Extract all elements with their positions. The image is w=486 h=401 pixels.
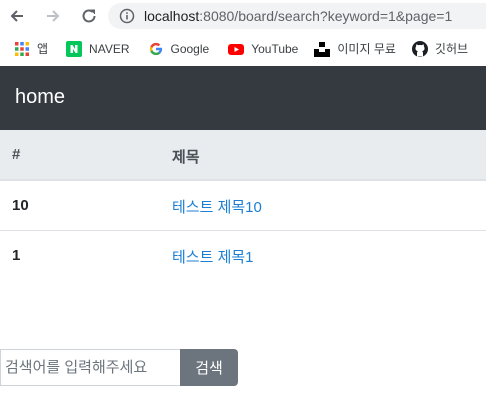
bookmarks-bar: 앱 NAVER Google YouTube 이미지 무료 깃허브	[0, 32, 486, 65]
url-text[interactable]: localhost:8080/board/search?keyword=1&pa…	[144, 8, 452, 24]
bookmark-label: 이미지 무료	[337, 42, 396, 56]
table-header-row: # 제목	[0, 130, 486, 181]
post-number: 1	[12, 247, 21, 264]
bookmark-label: Google	[170, 41, 210, 56]
bookmark-github[interactable]: 깃허브	[411, 37, 469, 61]
bookmark-label: 앱	[37, 42, 49, 56]
table-row: 1 테스트 제목1	[0, 231, 486, 280]
search-button[interactable]: 검색	[180, 349, 238, 386]
bookmark-youtube[interactable]: YouTube	[228, 37, 298, 61]
forward-arrow-icon[interactable]	[42, 5, 64, 27]
navbar-brand-link[interactable]: home	[15, 86, 65, 109]
address-bar[interactable]: localhost:8080/board/search?keyword=1&pa…	[108, 3, 486, 29]
youtube-icon	[228, 41, 245, 57]
post-number: 10	[12, 197, 29, 214]
column-header-number: #	[12, 146, 21, 163]
bookmark-naver[interactable]: NAVER	[66, 37, 130, 61]
post-title-link[interactable]: 테스트 제목10	[172, 196, 262, 217]
bookmark-label: 깃허브	[434, 42, 469, 56]
back-arrow-icon[interactable]	[6, 5, 28, 27]
bookmark-unsplash[interactable]: 이미지 무료	[314, 37, 396, 61]
github-icon	[411, 40, 428, 57]
navbar: home	[0, 66, 486, 130]
bookmark-apps[interactable]: 앱	[14, 37, 48, 61]
url-host: localhost	[144, 8, 200, 24]
board-table: # 제목 10 테스트 제목10 1 테스트 제목1	[0, 130, 486, 280]
post-title-link[interactable]: 테스트 제목1	[172, 246, 254, 267]
column-header-title: 제목	[172, 149, 200, 166]
naver-icon	[66, 40, 83, 57]
google-icon	[148, 41, 164, 57]
browser-toolbar: localhost:8080/board/search?keyword=1&pa…	[0, 0, 486, 32]
bookmark-label: YouTube	[251, 41, 299, 56]
unsplash-icon	[314, 41, 331, 57]
reload-icon[interactable]	[78, 5, 100, 27]
apps-grid-icon	[14, 41, 30, 57]
table-row: 10 테스트 제목10	[0, 181, 486, 231]
search-form: 검색	[0, 349, 238, 386]
url-path: :8080/board/search?keyword=1&page=1	[199, 8, 453, 24]
bookmark-label: NAVER	[89, 41, 130, 56]
search-input[interactable]	[0, 349, 180, 386]
info-icon[interactable]	[118, 7, 136, 25]
bookmark-google[interactable]: Google	[148, 37, 210, 61]
